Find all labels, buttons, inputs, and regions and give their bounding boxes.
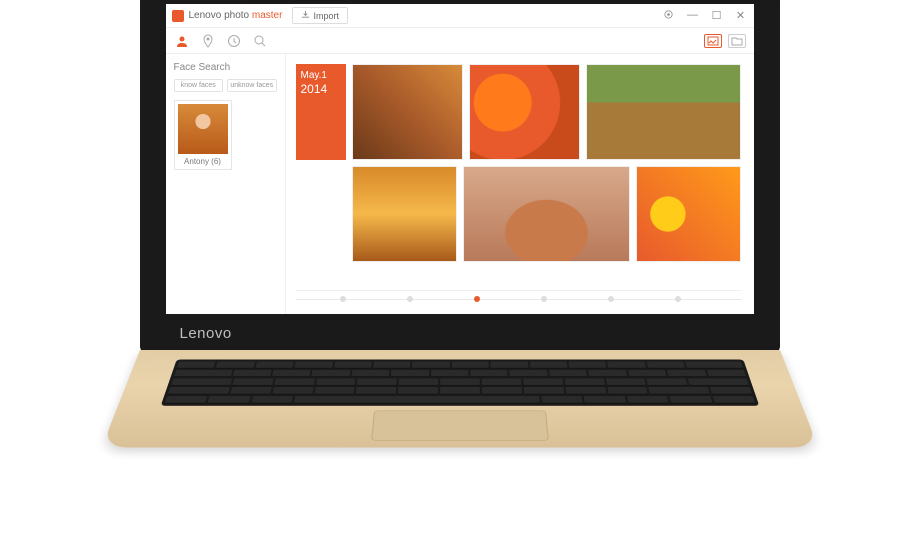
date-year: 2014 [301,82,341,96]
keyboard-deck [101,350,818,447]
face-thumbnail [178,104,228,154]
face-filter-chips: know faces unknow faces [174,79,277,92]
photo-thumbnail[interactable] [469,64,580,160]
photo-thumbnail[interactable] [352,166,457,262]
timeline-marker[interactable] [541,296,547,302]
screen-bezel: Lenovo photo master Import — ☐ ✕ [140,0,780,354]
grid-view-button[interactable] [704,34,722,48]
photo-thumbnail[interactable] [463,166,630,262]
import-button[interactable]: Import [292,7,348,24]
photo-thumbnail[interactable] [586,64,741,160]
photo-thumbnail[interactable] [636,166,741,262]
face-name: Antony [184,157,209,166]
import-icon [301,10,310,21]
import-label: Import [313,11,339,21]
app-title-accent: master [252,10,283,21]
settings-icon[interactable] [662,9,676,23]
trackpad [371,410,549,440]
face-card[interactable]: Antony (6) [174,100,232,170]
laptop-frame: Lenovo photo master Import — ☐ ✕ [140,0,780,480]
search-tab-icon[interactable] [252,33,268,49]
keyboard [160,359,759,405]
photo-grid: May.1 2014 [296,64,742,262]
titlebar: Lenovo photo master Import — ☐ ✕ [166,4,754,28]
app-window: Lenovo photo master Import — ☐ ✕ [166,4,754,314]
face-count: (6) [211,157,221,166]
timeline-marker[interactable] [340,296,346,302]
view-toggles [704,34,746,48]
timeline-marker-active[interactable] [474,296,480,302]
close-button[interactable]: ✕ [734,9,748,23]
date-tile[interactable]: May.1 2014 [296,64,346,160]
location-tab-icon[interactable] [200,33,216,49]
app-logo-icon [172,10,184,22]
maximize-button[interactable]: ☐ [710,9,724,23]
people-tab-icon[interactable] [174,33,190,49]
timeline-scrubber[interactable] [296,290,742,308]
timeline-marker[interactable] [407,296,413,302]
time-tab-icon[interactable] [226,33,242,49]
gallery: May.1 2014 [286,54,754,314]
laptop-brand: Lenovo [180,325,232,342]
app-title-prefix: Lenovo photo [189,10,252,21]
timeline-marker[interactable] [608,296,614,302]
face-label: Antony (6) [178,157,228,166]
toolbar [166,28,754,54]
sidebar-title: Face Search [174,62,277,73]
known-faces-chip[interactable]: know faces [174,79,224,92]
timeline-marker[interactable] [675,296,681,302]
content-area: Face Search know faces unknow faces Anto… [166,54,754,314]
minimize-button[interactable]: — [686,9,700,23]
folder-view-button[interactable] [728,34,746,48]
date-label: May.1 [301,70,341,82]
app-title: Lenovo photo master [189,10,283,21]
sidebar: Face Search know faces unknow faces Anto… [166,54,286,314]
window-controls: — ☐ ✕ [662,9,748,23]
photo-thumbnail[interactable] [352,64,463,160]
unknown-faces-chip[interactable]: unknow faces [227,79,277,92]
timeline-track [296,299,742,300]
